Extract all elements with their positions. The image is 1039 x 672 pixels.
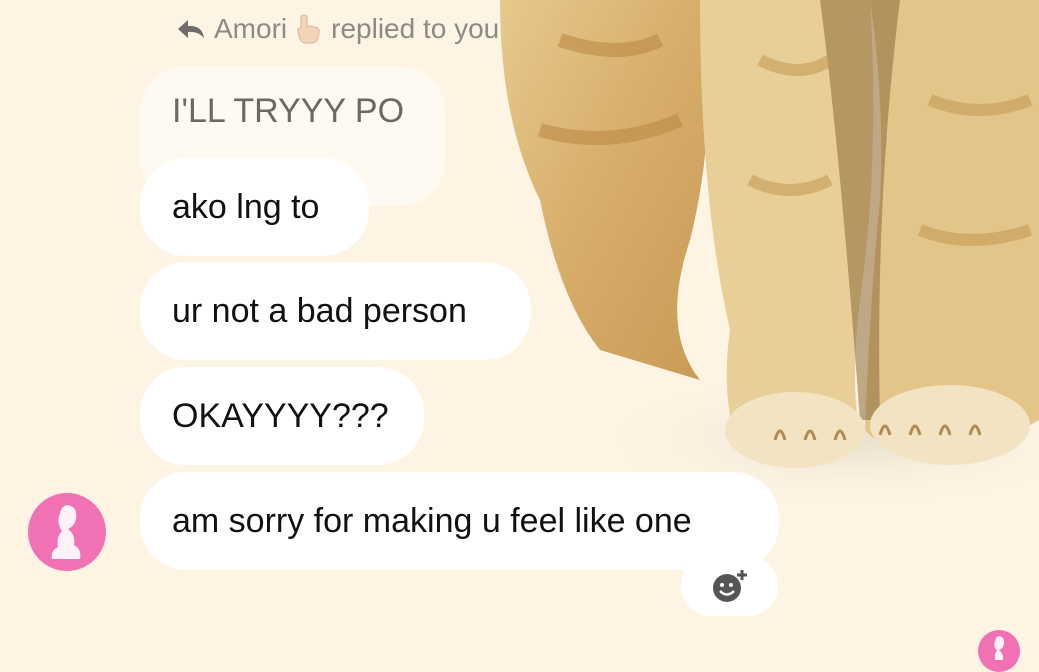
avatar[interactable] [28, 493, 106, 571]
message-bubble[interactable]: OKAYYYY??? [140, 367, 424, 465]
message-bubble[interactable]: am sorry for making u feel like one [140, 472, 779, 570]
add-reaction-button[interactable] [681, 556, 778, 616]
reply-header: Amori replied to you [176, 12, 499, 46]
avatar-silhouette-icon [994, 636, 1005, 660]
pointing-hand-icon [295, 14, 323, 44]
message-text: OKAYYYY??? [172, 397, 389, 435]
message-text: ur not a bad person [172, 292, 467, 330]
own-avatar[interactable] [978, 630, 1020, 672]
message-text: ako lng to [172, 188, 320, 226]
quoted-message-text: I'LL TRYYY PO [172, 92, 405, 130]
message-bubble[interactable]: ur not a bad person [140, 262, 531, 360]
avatar-silhouette-icon [51, 505, 81, 559]
add-reaction-icon [712, 570, 747, 602]
reply-sender-name: Amori [214, 13, 288, 44]
reply-arrow-icon [176, 17, 206, 41]
reply-status-text: replied to you [331, 13, 500, 44]
message-bubble[interactable]: ako lng to [140, 158, 369, 256]
message-text: am sorry for making u feel like one [172, 502, 692, 540]
